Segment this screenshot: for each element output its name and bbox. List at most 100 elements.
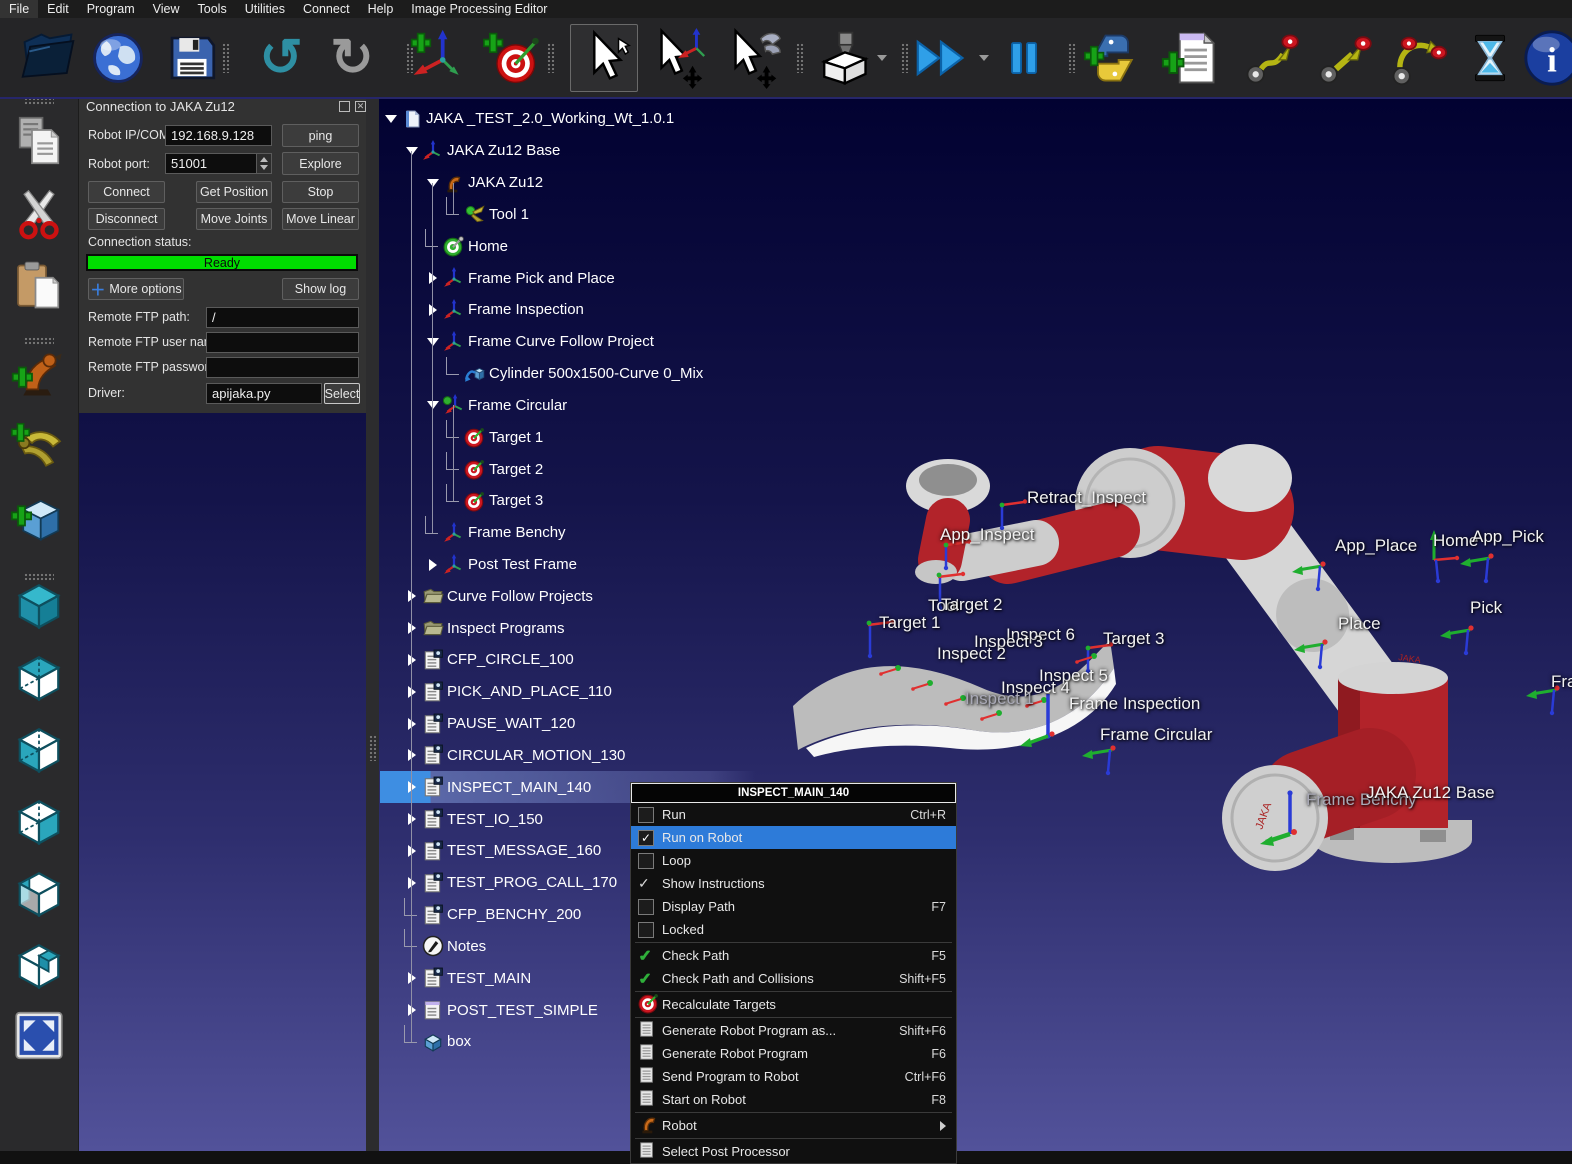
pause-button[interactable] xyxy=(1000,34,1048,82)
port-stepper[interactable] xyxy=(256,153,272,174)
copy-button[interactable] xyxy=(11,113,67,174)
context-item-run[interactable]: Run Ctrl+R xyxy=(631,803,956,826)
menu-connect[interactable]: Connect xyxy=(294,0,359,18)
context-item-show-instructions[interactable]: ✓ Show Instructions xyxy=(631,872,956,895)
panel-splitter[interactable] xyxy=(366,97,379,1151)
ip-input[interactable] xyxy=(165,125,272,146)
machining-dropdown[interactable] xyxy=(877,55,887,61)
save-button[interactable] xyxy=(163,29,221,87)
add-target-button[interactable] xyxy=(482,28,542,88)
context-item-send-program-to-robot[interactable]: Send Program to Robot Ctrl+F6 xyxy=(631,1065,956,1088)
select-cursor-button[interactable] xyxy=(570,24,638,92)
tree-item-cylinder-500x1500-curve-0-mix[interactable]: Cylinder 500x1500-Curve 0_Mix xyxy=(380,358,1080,390)
explore-button[interactable]: Explore xyxy=(282,152,359,175)
port-input[interactable] xyxy=(165,153,257,174)
tree-item-curve-follow-projects[interactable]: Curve Follow Projects xyxy=(380,580,1080,612)
tree-item-frame-benchy[interactable]: Frame Benchy xyxy=(380,517,1080,549)
driver-input[interactable] xyxy=(206,383,322,404)
tree-item-home[interactable]: Home xyxy=(380,230,1080,262)
view-front-button[interactable] xyxy=(11,721,67,782)
paste-button[interactable] xyxy=(11,259,67,320)
menu-file[interactable]: File xyxy=(0,0,38,18)
move-tool-button[interactable] xyxy=(722,27,784,89)
open-file-button[interactable] xyxy=(18,28,78,88)
add-python-program-button[interactable] xyxy=(1083,28,1143,88)
add-program-button[interactable] xyxy=(1161,28,1221,88)
move-circular-instruction-button[interactable] xyxy=(1389,29,1447,87)
context-item-generate-robot-program[interactable]: Generate Robot Program F6 xyxy=(631,1042,956,1065)
move-joint-instruction-button[interactable] xyxy=(1243,29,1301,87)
tree-item-frame-inspection[interactable]: Frame Inspection xyxy=(380,294,1080,326)
context-item-check-path-and-collisions[interactable]: ✓ Check Path and Collisions Shift+F5 xyxy=(631,967,956,990)
stop-button[interactable]: Stop xyxy=(282,181,359,203)
tree-item-frame-pick-and-place[interactable]: Frame Pick and Place xyxy=(380,262,1080,294)
context-item-recalculate-targets[interactable]: Recalculate Targets xyxy=(631,993,956,1016)
run-fast-button[interactable] xyxy=(912,33,970,83)
cut-button[interactable] xyxy=(11,186,67,247)
tree-item-tool-1[interactable]: Tool 1 xyxy=(380,198,1080,230)
view-back-button[interactable] xyxy=(11,865,67,926)
tree-item-post-test-frame[interactable]: Post Test Frame xyxy=(380,549,1080,581)
menu-help[interactable]: Help xyxy=(359,0,403,18)
tree-expander-closed[interactable] xyxy=(425,559,440,571)
add-tool-button[interactable] xyxy=(11,419,67,480)
close-panel-icon[interactable]: ✕ xyxy=(355,101,366,112)
get-position-button[interactable]: Get Position xyxy=(196,181,272,203)
menu-tools[interactable]: Tools xyxy=(189,0,236,18)
driver-select-button[interactable]: Select xyxy=(324,383,360,404)
tree-item-inspect-programs[interactable]: Inspect Programs xyxy=(380,612,1080,644)
fit-all-button[interactable] xyxy=(12,1009,66,1068)
ftp-password-input[interactable] xyxy=(206,357,359,378)
move-linear-instruction-button[interactable] xyxy=(1316,29,1374,87)
tree-item-target-1[interactable]: Target 1 xyxy=(380,421,1080,453)
menu-view[interactable]: View xyxy=(144,0,189,18)
context-item-generate-robot-program-as-[interactable]: Generate Robot Program as... Shift+F6 xyxy=(631,1019,956,1042)
context-item-loop[interactable]: Loop xyxy=(631,849,956,872)
menu-utilities[interactable]: Utilities xyxy=(236,0,294,18)
tree-item-circular-motion-130[interactable]: CIRCULAR_MOTION_130 xyxy=(380,740,1080,772)
undo-button[interactable]: ↺ xyxy=(259,32,303,84)
move-linear-button[interactable]: Move Linear xyxy=(282,208,359,230)
ftp-user-input[interactable] xyxy=(206,332,359,353)
context-item-robot[interactable]: Robot xyxy=(631,1114,956,1137)
view-right-button[interactable] xyxy=(11,793,67,854)
more-options-button[interactable]: ＋ More options xyxy=(88,278,184,300)
tree-expander-open[interactable] xyxy=(383,115,398,123)
menu-image-processing-editor[interactable]: Image Processing Editor xyxy=(402,0,556,18)
redo-button[interactable]: ↻ xyxy=(330,32,374,84)
context-item-run-on-robot[interactable]: ✓ Run on Robot xyxy=(631,826,956,849)
tree-item-jaka-zu12-base[interactable]: JAKA Zu12 Base xyxy=(380,135,1080,167)
show-message-instruction-button[interactable]: i xyxy=(1521,27,1572,89)
ping-button[interactable]: ping xyxy=(282,124,359,147)
tree-item-target-2[interactable]: Target 2 xyxy=(380,453,1080,485)
tree-item-frame-circular[interactable]: Frame Circular xyxy=(380,389,1080,421)
menu-edit[interactable]: Edit xyxy=(38,0,78,18)
tree-item-frame-curve-follow-project[interactable]: Frame Curve Follow Project xyxy=(380,326,1080,358)
connect-button[interactable]: Connect xyxy=(88,181,165,203)
tree-item-pause-wait-120[interactable]: PAUSE_WAIT_120 xyxy=(380,708,1080,740)
tree-item-jaka-zu12[interactable]: JAKA Zu12 xyxy=(380,167,1080,199)
pause-instruction-button[interactable] xyxy=(1464,30,1516,86)
run-dropdown[interactable] xyxy=(979,55,989,61)
view-inner-button[interactable] xyxy=(11,937,67,998)
view-isometric-button[interactable] xyxy=(11,577,67,638)
context-item-display-path[interactable]: Display Path F7 xyxy=(631,895,956,918)
view-top-button[interactable] xyxy=(11,649,67,710)
tree-item-pick-and-place-110[interactable]: PICK_AND_PLACE_110 xyxy=(380,676,1080,708)
move-joints-button[interactable]: Move Joints xyxy=(196,208,272,230)
disconnect-button[interactable]: Disconnect xyxy=(88,208,165,230)
tree-item-jaka-test-2-0-working-wt-1-0-1[interactable]: JAKA _TEST_2.0_Working_Wt_1.0.1 xyxy=(380,103,1080,135)
move-reference-button[interactable] xyxy=(648,27,710,89)
context-item-check-path[interactable]: ✓ Check Path F5 xyxy=(631,944,956,967)
tree-item-cfp-circle-100[interactable]: CFP_CIRCLE_100 xyxy=(380,644,1080,676)
add-object-button[interactable] xyxy=(11,491,67,552)
machining-project-button[interactable] xyxy=(813,28,873,88)
menu-program[interactable]: Program xyxy=(78,0,144,18)
show-log-button[interactable]: Show log xyxy=(282,278,359,300)
context-item-locked[interactable]: Locked xyxy=(631,918,956,941)
add-reference-frame-button[interactable] xyxy=(408,28,468,88)
float-panel-icon[interactable] xyxy=(339,101,350,112)
open-online-library-button[interactable] xyxy=(88,28,148,88)
add-robot-button[interactable] xyxy=(11,347,67,408)
ftp-path-input[interactable] xyxy=(206,307,359,328)
